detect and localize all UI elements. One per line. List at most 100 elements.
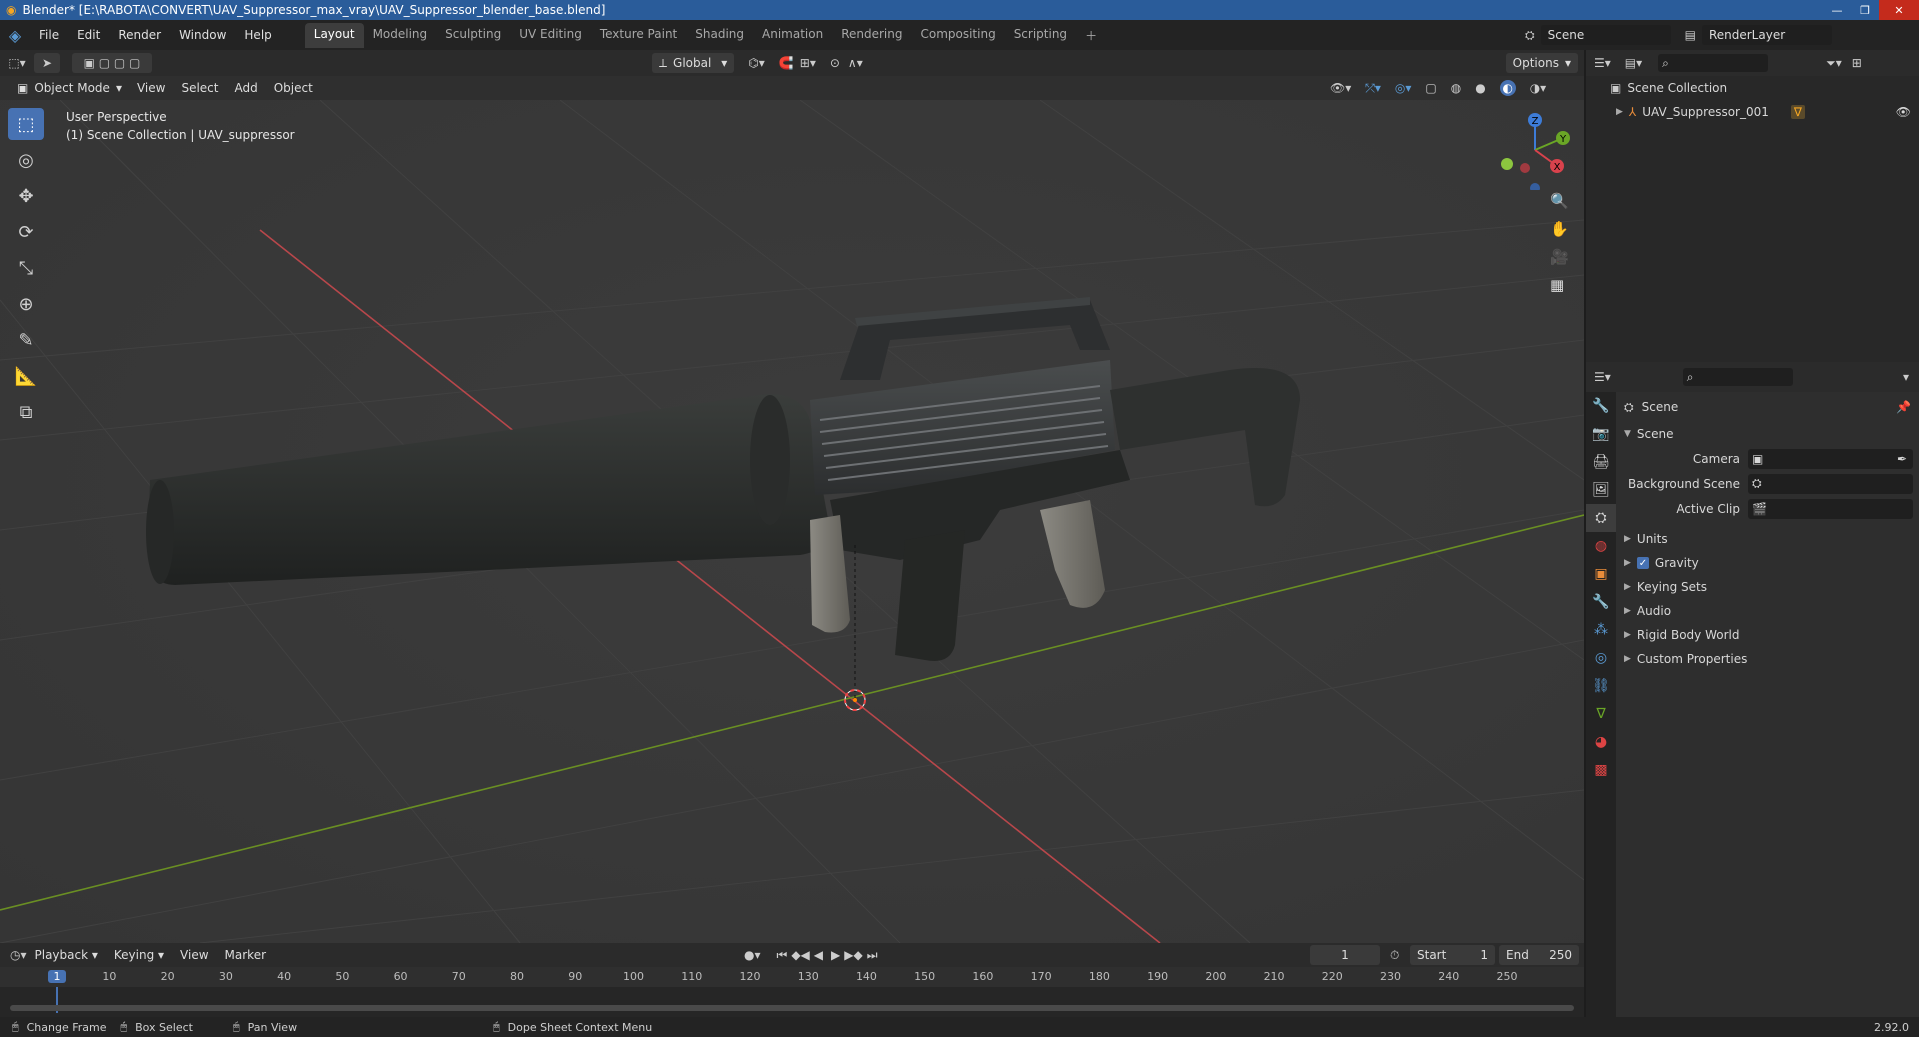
jump-end-icon[interactable]: ⏭ <box>867 948 878 963</box>
outliner-object-row[interactable]: ▶ ⅄ UAV_Suppressor_001 ∇ 👁 <box>1586 100 1919 124</box>
tab-compositing[interactable]: Compositing <box>911 23 1004 48</box>
active-clip-field[interactable]: 🎬 <box>1748 498 1913 519</box>
snap-target-icon[interactable]: ⊞▾ <box>800 56 816 70</box>
outliner-scene-collection[interactable]: ▣ Scene Collection <box>1586 76 1919 100</box>
tab-rendering[interactable]: Rendering <box>832 23 911 48</box>
particles-tab-icon[interactable]: ⁂ <box>1586 616 1616 644</box>
pin-icon[interactable]: 📌 <box>1896 400 1911 414</box>
expand-arrow-icon[interactable]: ▶ <box>1624 654 1631 664</box>
box-select-mode-icon[interactable]: ▣ ▢ ▢ ▢ <box>72 53 152 73</box>
material-tab-icon[interactable]: ◕ <box>1586 728 1616 756</box>
eye-visibility-icon[interactable]: 👁 <box>1896 105 1911 119</box>
menu-render[interactable]: Render <box>109 28 170 42</box>
snap-icon[interactable]: 🧲 <box>779 56 794 70</box>
rendered-shading-icon[interactable]: ◑▾ <box>1530 81 1547 95</box>
solid-shading-icon[interactable]: ● <box>1475 81 1485 95</box>
pivot-icon[interactable]: ⌬▾ <box>748 56 765 70</box>
texture-tab-icon[interactable]: ▩ <box>1586 756 1616 784</box>
constraints-tab-icon[interactable]: ⛓ <box>1586 672 1616 700</box>
background-scene-field[interactable]: ⛭ <box>1748 473 1913 494</box>
new-collection-icon[interactable]: ⊞ <box>1852 56 1862 70</box>
render-tab-icon[interactable]: 📷 <box>1586 420 1616 448</box>
wireframe-shading-icon[interactable]: ◍ <box>1451 81 1461 95</box>
material-shading-icon[interactable]: ◐ <box>1499 80 1516 96</box>
expand-arrow-icon[interactable]: ▶ <box>1624 558 1631 568</box>
tab-shading[interactable]: Shading <box>686 23 753 48</box>
overlay-toggle-icon[interactable]: ◎▾ <box>1395 81 1412 95</box>
menu-select[interactable]: Select <box>173 81 226 95</box>
properties-search-input[interactable]: ⌕ <box>1682 368 1793 386</box>
output-tab-icon[interactable]: 🖨 <box>1586 448 1616 476</box>
expand-arrow-icon[interactable]: ▶ <box>1624 606 1631 616</box>
menu-window[interactable]: Window <box>170 28 235 42</box>
maximize-icon[interactable]: ❐ <box>1851 0 1879 20</box>
menu-help[interactable]: Help <box>235 28 280 42</box>
gizmo-toggle-icon[interactable]: ⤱▾ <box>1365 81 1381 96</box>
render-layer-selector[interactable]: RenderLayer <box>1701 25 1832 45</box>
minimize-icon[interactable]: — <box>1823 0 1851 20</box>
panel-rigid-body-world[interactable]: ▶ Rigid Body World <box>1616 623 1919 647</box>
menu-edit[interactable]: Edit <box>68 28 109 42</box>
visibility-icon[interactable]: 👁▾ <box>1330 81 1351 95</box>
tab-modeling[interactable]: Modeling <box>364 23 437 48</box>
panel-units[interactable]: ▶ Units <box>1616 527 1919 551</box>
current-frame-field[interactable]: 1 <box>1310 945 1380 965</box>
add-cube-tool-icon[interactable]: ⧉ <box>8 396 44 428</box>
measure-tool-icon[interactable]: 📐 <box>8 360 44 392</box>
scene-tab-icon[interactable]: ⛭ <box>1586 504 1616 532</box>
play-icon[interactable]: ▶ <box>831 948 840 962</box>
end-frame-field[interactable]: End 250 <box>1499 945 1579 965</box>
rotate-tool-icon[interactable]: ⟳ <box>8 216 44 248</box>
properties-options-icon[interactable]: ▾ <box>1903 370 1909 384</box>
menu-add[interactable]: Add <box>226 81 265 95</box>
start-frame-field[interactable]: Start 1 <box>1410 945 1495 965</box>
menu-keying[interactable]: Keying ▾ <box>106 948 172 962</box>
gravity-checkbox[interactable]: ✓ <box>1636 557 1649 569</box>
scale-tool-icon[interactable]: ⤡ <box>8 252 44 284</box>
timeline-editor-icon[interactable]: ◷▾ <box>10 948 27 962</box>
menu-object[interactable]: Object <box>266 81 321 95</box>
proportional-edit-icon[interactable]: ⊙ <box>830 56 840 70</box>
object-tab-icon[interactable]: ▣ <box>1586 560 1616 588</box>
physics-tab-icon[interactable]: ◎ <box>1586 644 1616 672</box>
panel-custom-properties[interactable]: ▶ Custom Properties <box>1616 647 1919 671</box>
tab-sculpting[interactable]: Sculpting <box>436 23 510 48</box>
world-tab-icon[interactable]: ◍ <box>1586 532 1616 560</box>
menu-file[interactable]: File <box>30 28 68 42</box>
tab-layout[interactable]: Layout <box>304 22 364 48</box>
play-reverse-icon[interactable]: ◀ <box>814 948 823 962</box>
display-mode-icon[interactable]: ▤▾ <box>1625 56 1642 70</box>
view-layer-tab-icon[interactable]: 🖼 <box>1586 476 1616 504</box>
panel-gravity[interactable]: ▶ ✓ Gravity <box>1616 551 1919 575</box>
panel-keying-sets[interactable]: ▶ Keying Sets <box>1616 575 1919 599</box>
menu-marker[interactable]: Marker <box>217 948 274 962</box>
timeline-scrollbar[interactable] <box>10 1005 1574 1011</box>
tab-scripting[interactable]: Scripting <box>1005 23 1076 48</box>
menu-playback[interactable]: Playback ▾ <box>27 948 106 962</box>
select-box-tool-icon[interactable]: ⬚ <box>8 108 44 140</box>
cursor-tool-icon[interactable]: ◎ <box>8 144 44 176</box>
camera-field[interactable]: ▣ ✒ <box>1748 448 1913 469</box>
xray-icon[interactable]: ▢ <box>1425 81 1436 95</box>
editor-type-icon[interactable]: ⬚▾ <box>0 56 34 70</box>
collapse-arrow-icon[interactable]: ▼ <box>1624 429 1631 439</box>
data-tab-icon[interactable]: ∇ <box>1586 700 1616 728</box>
tab-texture-paint[interactable]: Texture Paint <box>591 23 686 48</box>
outliner-editor-icon[interactable]: ☰▾ <box>1594 56 1611 70</box>
blender-menu-icon[interactable]: ◈ <box>0 26 30 45</box>
mode-dropdown[interactable]: ▣ Object Mode ▾ <box>10 78 129 98</box>
tab-uv-editing[interactable]: UV Editing <box>510 23 591 48</box>
transform-tool-icon[interactable]: ⊕ <box>8 288 44 320</box>
outliner-search-input[interactable]: ⌕ <box>1658 54 1769 72</box>
mesh-data-icon[interactable]: ∇ <box>1790 105 1805 119</box>
falloff-icon[interactable]: ∧▾ <box>848 56 863 70</box>
menu-view[interactable]: View <box>129 81 173 95</box>
prev-keyframe-icon[interactable]: ◆◀ <box>791 948 809 962</box>
tool-tab-icon[interactable]: 🔧 <box>1586 392 1616 420</box>
next-keyframe-icon[interactable]: ▶◆ <box>844 948 862 962</box>
navigation-gizmo[interactable]: Z Y X <box>1495 110 1575 190</box>
expand-arrow-icon[interactable]: ▶ <box>1624 630 1631 640</box>
filter-icon[interactable]: ⏷▾ <box>1826 56 1842 71</box>
scene-selector[interactable]: Scene <box>1540 25 1671 45</box>
scene-icon[interactable]: ⛭ <box>1525 28 1535 43</box>
